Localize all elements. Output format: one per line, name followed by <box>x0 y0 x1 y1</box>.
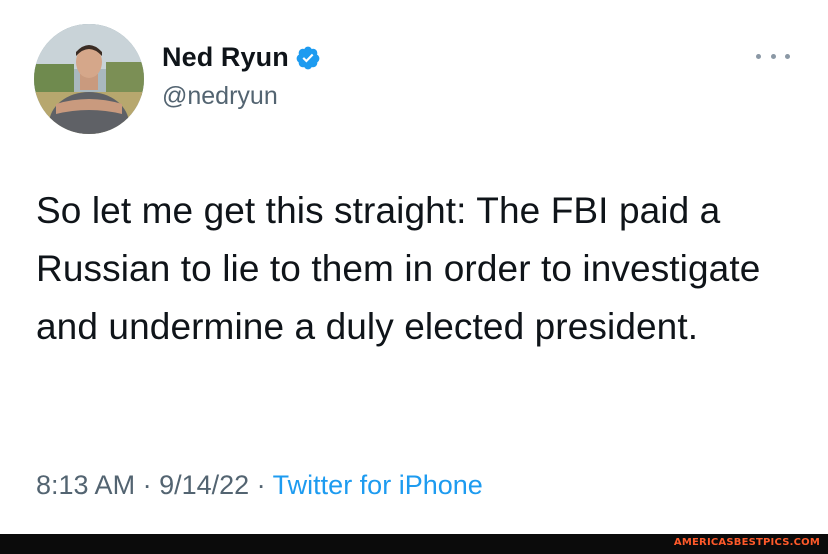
tweet-source-link[interactable]: Twitter for iPhone <box>273 470 483 500</box>
profile-photo <box>34 24 144 134</box>
more-horizontal-icon[interactable] <box>756 50 790 62</box>
more-dot <box>770 53 776 59</box>
tweet-date[interactable]: 9/14/22 <box>159 470 249 500</box>
tweet-time[interactable]: 8:13 AM <box>36 470 135 500</box>
display-name[interactable]: Ned Ryun <box>162 42 289 73</box>
author-name-row[interactable]: Ned Ryun <box>162 42 321 73</box>
meta-separator: · <box>249 470 273 500</box>
watermark-text: AMERICASBESTPICS.COM <box>673 537 820 548</box>
verified-badge-icon <box>295 45 321 71</box>
avatar[interactable] <box>34 24 144 134</box>
more-dot <box>785 53 790 59</box>
more-dot <box>756 53 761 59</box>
author-handle[interactable]: @nedryun <box>162 82 278 111</box>
tweet-meta: 8:13 AM · 9/14/22 · Twitter for iPhone <box>36 470 483 501</box>
tweet-text: So let me get this straight: The FBI pai… <box>36 190 761 347</box>
tweet-card: Ned Ryun @nedryun So let me get this str… <box>0 0 828 534</box>
meta-separator: · <box>135 470 160 500</box>
